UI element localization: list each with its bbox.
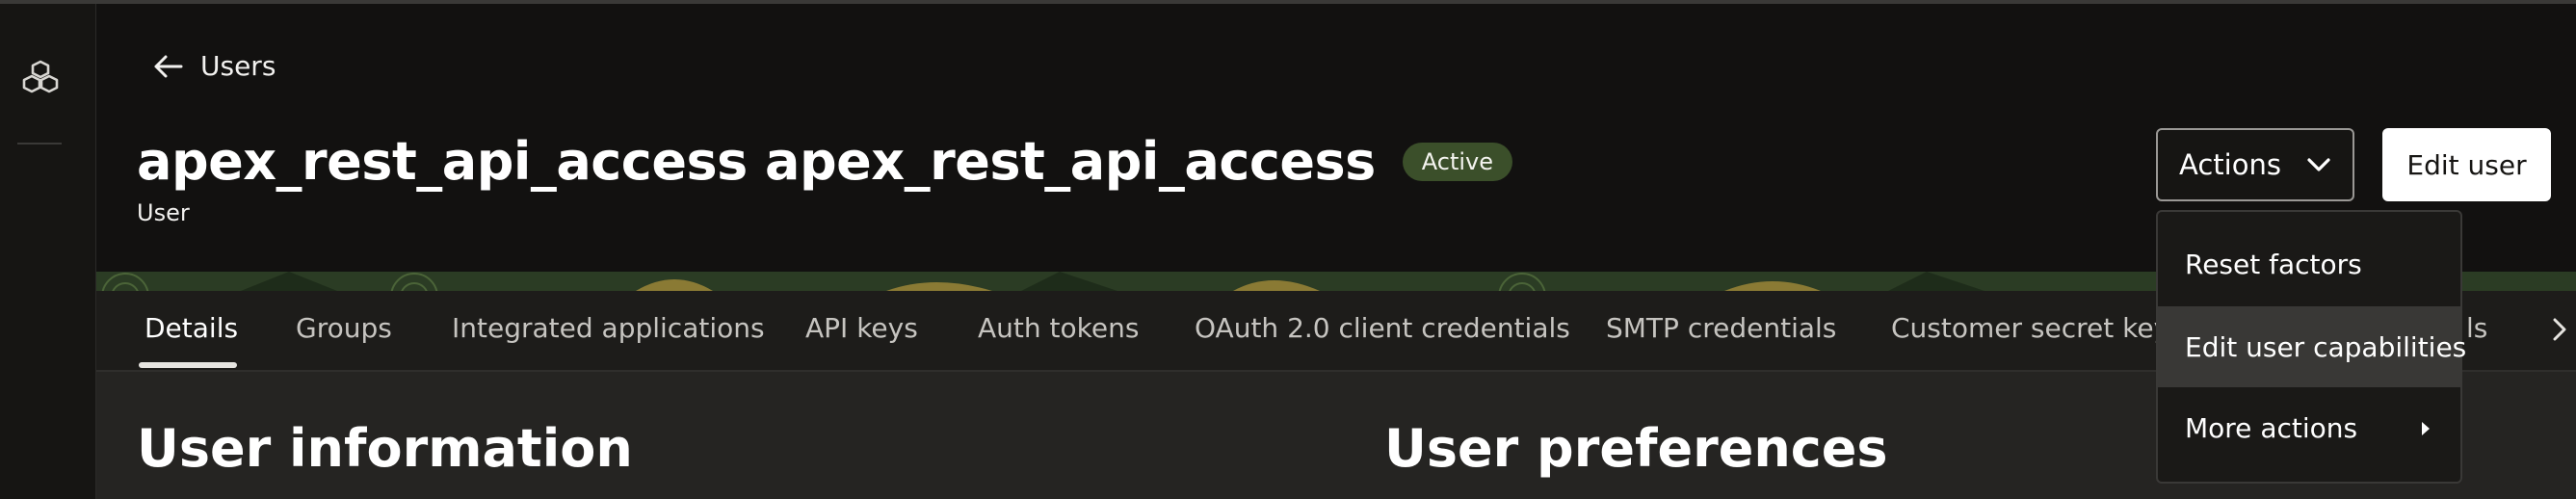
- tab-api-keys[interactable]: API keys: [805, 312, 918, 344]
- tab-customer-secret-keys[interactable]: Customer secret keys: [1891, 312, 2184, 344]
- rail-divider: [17, 143, 62, 144]
- user-preferences-heading: User preferences: [1384, 418, 1888, 479]
- menu-item-label: Edit user capabilities: [2185, 330, 2467, 363]
- title-row: apex_rest_api_access apex_rest_api_acces…: [137, 131, 1513, 192]
- menu-item-edit-user-capabilities[interactable]: Edit user capabilities: [2158, 306, 2466, 387]
- status-badge: Active: [1402, 142, 1513, 181]
- chevron-down-icon: [2307, 158, 2330, 171]
- page-title: apex_rest_api_access apex_rest_api_acces…: [137, 131, 1376, 192]
- tab-partial-label[interactable]: ls: [2466, 312, 2487, 344]
- tab-auth-tokens[interactable]: Auth tokens: [978, 312, 1139, 344]
- user-information-heading: User information: [137, 418, 633, 479]
- menu-item-more-actions[interactable]: More actions: [2158, 387, 2460, 468]
- chevron-right-icon[interactable]: [2552, 318, 2567, 341]
- nav-rail: [0, 4, 97, 499]
- back-link-label: Users: [200, 50, 276, 82]
- menu-item-label: More actions: [2185, 411, 2358, 444]
- actions-menu: Reset factors Edit user capabilities Mor…: [2156, 210, 2466, 484]
- back-link[interactable]: Users: [152, 50, 276, 82]
- caret-right-icon: [2422, 422, 2430, 435]
- edit-user-button[interactable]: Edit user: [2382, 128, 2551, 201]
- menu-item-label: Reset factors: [2185, 248, 2362, 280]
- edit-user-button-label: Edit user: [2406, 148, 2527, 181]
- tab-smtp-credentials[interactable]: SMTP credentials: [1606, 312, 1836, 344]
- active-tab-indicator: [139, 362, 237, 368]
- tab-oauth-client-credentials[interactable]: OAuth 2.0 client credentials: [1195, 312, 1570, 344]
- actions-button-label: Actions: [2179, 148, 2281, 181]
- tab-details[interactable]: Details: [145, 312, 238, 344]
- page-subtitle: User: [137, 199, 190, 226]
- cubes-logo-icon[interactable]: [21, 58, 60, 96]
- actions-button[interactable]: Actions: [2156, 128, 2354, 201]
- tab-integrated-applications[interactable]: Integrated applications: [452, 312, 765, 344]
- tab-groups[interactable]: Groups: [296, 312, 392, 344]
- arrow-left-icon: [154, 55, 183, 77]
- menu-item-reset-factors[interactable]: Reset factors: [2158, 223, 2460, 304]
